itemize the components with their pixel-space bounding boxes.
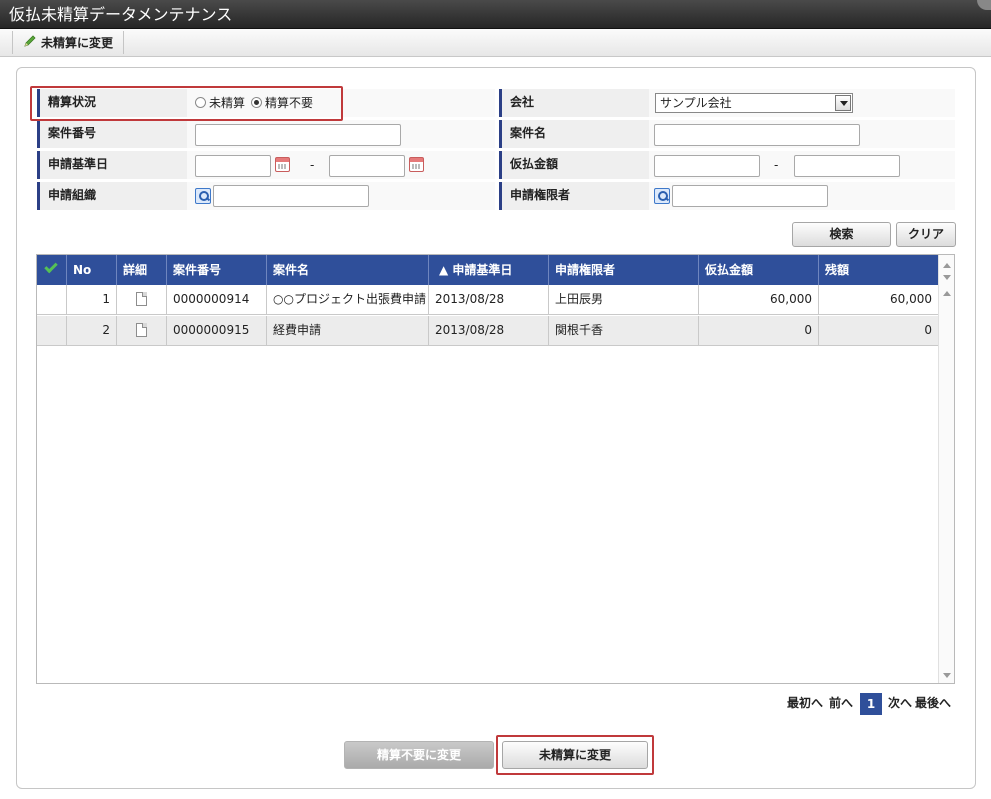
scroll-down-icon[interactable] [943,275,951,280]
pager-last[interactable]: 最後へ [915,694,951,711]
column-header-case-name[interactable]: 案件名 [267,255,429,285]
change-unsettled-toolbar-button[interactable]: 未精算に変更 [12,31,125,54]
row-select-cell[interactable] [37,285,67,315]
window-corner [977,0,991,10]
pencil-icon [23,34,37,51]
form-row-date: 申請基準日 - 仮払金額 - [37,150,955,180]
row-no: 1 [67,285,117,315]
row-remaining: 0 [819,316,939,346]
check-icon [44,259,58,274]
table-row[interactable]: 2 0000000915 経費申請 2013/08/28 関根千香 0 0 [37,316,939,346]
change-unsettled-toolbar-label: 未精算に変更 [41,36,114,50]
form-row-org: 申請組織 申請権限者 [37,181,955,211]
scroll-down-icon[interactable] [943,673,951,678]
case-number-input[interactable] [195,124,401,146]
row-no: 2 [67,316,117,346]
pager-current-page[interactable]: 1 [860,693,882,715]
company-select[interactable]: サンプル会社 [655,93,853,113]
row-application-date: 2013/08/28 [429,316,549,346]
row-case-name: ○○プロジェクト出張費申請 [267,285,429,315]
temporary-amount-label: 仮払金額 [499,151,649,179]
row-case-name: 経費申請 [267,316,429,346]
company-label: 会社 [499,89,649,117]
pager-first[interactable]: 最初へ [787,694,823,711]
settlement-status-highlight [30,86,343,121]
window-title: 仮払未精算データメンテナンス [9,5,233,24]
scroll-up-icon[interactable] [943,291,951,296]
column-header-applicant[interactable]: 申請権限者 [549,255,699,285]
results-grid: No 詳細 案件番号 案件名 ▲ 申請基準日 申請権限者 仮払金額 残額 1 0… [36,254,955,684]
search-icon[interactable] [654,188,670,204]
pager-prev[interactable]: 前へ [829,694,853,711]
row-case-number: 0000000914 [167,285,267,315]
document-icon[interactable] [136,323,147,337]
temporary-amount-to-input[interactable] [794,155,900,177]
row-remaining: 60,000 [819,285,939,315]
row-applicant: 関根千香 [549,316,699,346]
column-header-no[interactable]: No [67,255,117,285]
row-temporary-amount: 0 [699,316,819,346]
search-icon[interactable] [195,188,211,204]
application-date-from-input[interactable] [195,155,271,177]
table-row[interactable]: 1 0000000914 ○○プロジェクト出張費申請 2013/08/28 上田… [37,285,939,315]
case-number-label: 案件番号 [37,120,187,148]
applicant-org-input[interactable] [213,185,369,207]
row-application-date: 2013/08/28 [429,285,549,315]
column-header-application-date[interactable]: ▲ 申請基準日 [429,255,549,285]
row-applicant: 上田辰男 [549,285,699,315]
row-case-number: 0000000915 [167,316,267,346]
row-temporary-amount: 60,000 [699,285,819,315]
window-title-bar: 仮払未精算データメンテナンス [0,0,991,29]
scroll-up-icon[interactable] [943,263,951,268]
row-detail-cell[interactable] [117,285,167,315]
form-row-case: 案件番号 案件名 [37,119,955,149]
amount-range-separator: - [774,158,779,172]
case-name-input[interactable] [654,124,860,146]
grid-vertical-scrollbar[interactable] [938,255,954,683]
chevron-down-icon[interactable] [835,95,851,111]
applicant-authority-input[interactable] [672,185,828,207]
row-detail-cell[interactable] [117,316,167,346]
temporary-amount-from-input[interactable] [654,155,760,177]
clear-button[interactable]: クリア [896,222,956,247]
column-header-detail[interactable]: 詳細 [117,255,167,285]
applicant-authority-label: 申請権限者 [499,182,649,210]
calendar-icon[interactable] [275,157,290,172]
select-all-header[interactable] [37,255,67,285]
company-select-value: サンプル会社 [660,96,732,110]
pager-next[interactable]: 次へ [888,694,912,711]
grid-header: No 詳細 案件番号 案件名 ▲ 申請基準日 申請権限者 仮払金額 残額 [37,255,939,285]
application-date-to-input[interactable] [329,155,405,177]
column-header-case-number[interactable]: 案件番号 [167,255,267,285]
calendar-icon[interactable] [409,157,424,172]
column-header-remaining[interactable]: 残額 [819,255,939,285]
change-no-settlement-button[interactable]: 精算不要に変更 [344,741,494,769]
applicant-org-label: 申請組織 [37,182,187,210]
row-select-cell[interactable] [37,316,67,346]
document-icon[interactable] [136,292,147,306]
change-unsettled-highlight [496,735,654,775]
case-name-label: 案件名 [499,120,649,148]
search-button[interactable]: 検索 [792,222,891,247]
toolbar: 未精算に変更 [0,29,991,57]
application-date-label: 申請基準日 [37,151,187,179]
date-range-separator: - [310,158,315,172]
column-header-temporary-amount[interactable]: 仮払金額 [699,255,819,285]
